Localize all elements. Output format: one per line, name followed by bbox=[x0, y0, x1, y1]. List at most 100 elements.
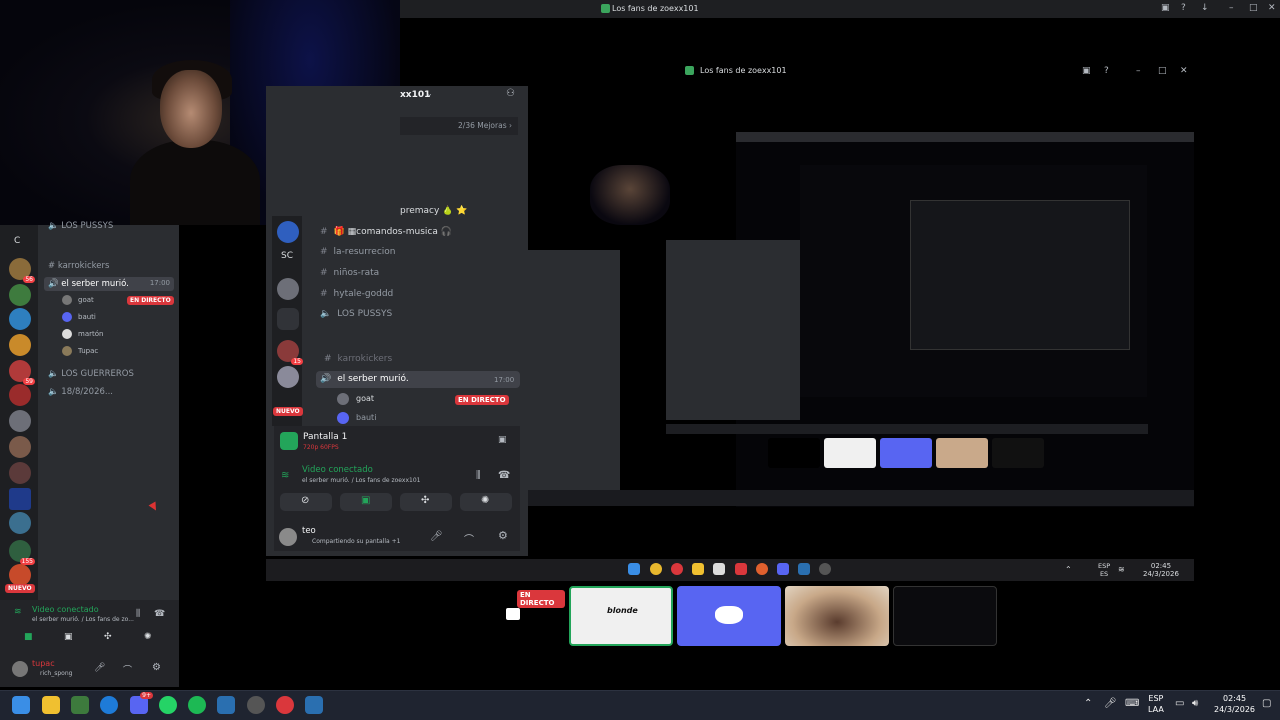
discord-icon[interactable]: 9+ bbox=[130, 692, 153, 714]
username[interactable]: teo bbox=[302, 526, 316, 536]
tray-chevron-icon[interactable]: ⌃ bbox=[1065, 565, 1072, 574]
preview-desktop[interactable] bbox=[893, 586, 997, 646]
app-icon[interactable] bbox=[713, 563, 725, 575]
channel-hytale-goddd[interactable]: # hytale-goddd bbox=[320, 289, 393, 299]
app-icon[interactable] bbox=[71, 696, 89, 714]
server-icon[interactable]: 56 bbox=[9, 258, 35, 283]
maximize-icon[interactable]: □ bbox=[1158, 66, 1167, 76]
help-icon[interactable]: ? bbox=[1104, 66, 1109, 76]
app-icon[interactable] bbox=[735, 563, 747, 575]
inbox-icon[interactable]: ▣ bbox=[1161, 3, 1170, 13]
close-icon[interactable]: ✕ bbox=[1180, 66, 1188, 76]
server-icon[interactable] bbox=[9, 308, 31, 330]
avatar[interactable] bbox=[337, 393, 349, 405]
server-label[interactable]: SC bbox=[281, 251, 293, 261]
mic-icon[interactable]: 🎤︎ bbox=[1104, 698, 1117, 709]
preview-screen[interactable]: EN DIRECTO bbox=[461, 586, 565, 646]
server-icon[interactable] bbox=[277, 366, 299, 388]
discord-icon[interactable] bbox=[777, 563, 789, 575]
channel-la-resurrecion[interactable]: # la-resurrecion bbox=[320, 247, 395, 257]
server-folder-icon[interactable] bbox=[277, 308, 299, 330]
spotify-icon[interactable] bbox=[188, 696, 206, 714]
network-icon[interactable]: ▭ bbox=[1175, 698, 1184, 709]
start-icon[interactable] bbox=[628, 563, 640, 575]
preview-discord[interactable] bbox=[677, 586, 781, 646]
camera-button[interactable]: ■ bbox=[24, 632, 33, 642]
noise-suppression-icon[interactable]: ⫼ bbox=[136, 609, 140, 619]
server-icon[interactable] bbox=[9, 284, 31, 306]
edge-icon[interactable] bbox=[100, 696, 118, 714]
avatar[interactable] bbox=[279, 528, 297, 546]
voice-user-bauti[interactable]: bauti bbox=[62, 312, 96, 322]
avatar[interactable] bbox=[337, 412, 349, 424]
screen-share-button[interactable]: ▣ bbox=[64, 632, 73, 642]
chrome-icon[interactable] bbox=[650, 563, 662, 575]
channel-los-guerreros[interactable]: 🔈 LOS GUERREROS bbox=[48, 369, 134, 379]
preview-webcam[interactable] bbox=[785, 586, 889, 646]
app-icon[interactable] bbox=[247, 696, 265, 714]
headphones-icon[interactable]: ⌒ bbox=[123, 663, 132, 676]
channel-el-serber-murio[interactable]: 🔊 el serber murió. bbox=[320, 374, 409, 384]
channel-partial[interactable]: premacy 🍐 ⭐ bbox=[400, 206, 467, 216]
download-icon[interactable]: ↓ bbox=[1201, 3, 1209, 13]
soundboard-button[interactable]: ✺ bbox=[460, 493, 512, 511]
mic-icon[interactable]: 🎤︎ bbox=[94, 663, 105, 673]
language-indicator[interactable]: ESP ES bbox=[1098, 562, 1110, 578]
activities-button[interactable]: ✣ bbox=[104, 632, 112, 642]
server-icon[interactable]: 155 bbox=[9, 540, 35, 565]
voice-status[interactable]: Video conectado bbox=[32, 605, 99, 614]
start-icon[interactable] bbox=[12, 696, 30, 714]
noise-suppression-icon[interactable]: ⫼ bbox=[476, 470, 481, 481]
volume-icon[interactable]: 🔊︎ bbox=[1192, 698, 1198, 709]
screen-share-button[interactable]: ▣ bbox=[340, 493, 392, 511]
steam-icon[interactable] bbox=[798, 563, 810, 575]
server-icon[interactable] bbox=[9, 384, 31, 406]
settings-gear-icon[interactable]: ⚙ bbox=[498, 529, 508, 542]
app-icon[interactable] bbox=[276, 696, 294, 714]
steam-icon[interactable] bbox=[217, 696, 235, 714]
voice-user-goat[interactable]: goat bbox=[356, 394, 374, 403]
server-icon[interactable] bbox=[277, 221, 299, 243]
server-icon[interactable]: 59 bbox=[9, 360, 35, 385]
channel-ninos-rata[interactable]: # niños-rata bbox=[320, 268, 379, 278]
inner-clock[interactable]: 02:45 24/3/2026 bbox=[1143, 562, 1179, 578]
channel-comandos-musica[interactable]: # 🎁 ▦comandos-musica 🎧 bbox=[320, 227, 452, 237]
notification-icon[interactable]: ▢ bbox=[1262, 698, 1271, 709]
server-icon[interactable]: 15 bbox=[277, 340, 303, 365]
voice-user-bauti[interactable]: bauti bbox=[356, 413, 376, 422]
channel-18-8-2026[interactable]: 🔈 18/8/2026... bbox=[48, 387, 113, 397]
settings-gear-icon[interactable]: ⚙ bbox=[152, 662, 161, 673]
mic-icon[interactable]: 🎤︎ bbox=[430, 531, 443, 542]
voice-user-marton[interactable]: martón bbox=[62, 329, 103, 339]
keyboard-icon[interactable]: ⌨ bbox=[1125, 698, 1139, 709]
server-icon[interactable] bbox=[9, 410, 31, 432]
minimize-icon[interactable]: – bbox=[1229, 3, 1234, 13]
maximize-icon[interactable]: □ bbox=[1249, 3, 1258, 13]
channel-el-serber-murio[interactable]: 🔊 el serber murió. 17:00 bbox=[44, 277, 174, 291]
server-icon[interactable] bbox=[9, 512, 31, 534]
language-indicator[interactable]: ESP LAA bbox=[1148, 693, 1164, 715]
uk-flag-server-icon[interactable] bbox=[9, 488, 31, 510]
camera-off-button[interactable]: ⊘ bbox=[280, 493, 332, 511]
channel-karrokickers[interactable]: # karrokickers bbox=[324, 354, 392, 364]
preview-blonde[interactable]: blonde bbox=[569, 586, 673, 646]
server-icon[interactable] bbox=[9, 564, 31, 586]
server-icon[interactable] bbox=[9, 462, 31, 484]
minimize-icon[interactable]: – bbox=[1136, 66, 1141, 76]
channel-los-pussys[interactable]: 🔈 LOS PUSSYS bbox=[48, 221, 113, 231]
server-icon[interactable] bbox=[9, 334, 31, 356]
disconnect-icon[interactable]: ☎ bbox=[498, 470, 510, 481]
server-initial[interactable]: C bbox=[14, 236, 20, 246]
stop-stream-icon[interactable]: ▣ bbox=[498, 435, 507, 445]
voice-user-tupac[interactable]: Tupac bbox=[62, 346, 98, 356]
server-icon[interactable] bbox=[277, 278, 299, 300]
inbox-icon[interactable]: ▣ bbox=[1082, 66, 1091, 76]
app-icon[interactable] bbox=[819, 563, 831, 575]
soundboard-button[interactable]: ✺ bbox=[144, 632, 152, 642]
folder-icon[interactable] bbox=[692, 563, 704, 575]
wifi-icon[interactable]: ≋ bbox=[1118, 565, 1125, 574]
activities-button[interactable]: ✣ bbox=[400, 493, 452, 511]
voice-user-goat[interactable]: goat bbox=[62, 295, 94, 305]
voice-status[interactable]: Video conectado bbox=[302, 465, 373, 475]
boost-progress-bar[interactable]: 2/36 Mejoras › bbox=[400, 117, 518, 135]
